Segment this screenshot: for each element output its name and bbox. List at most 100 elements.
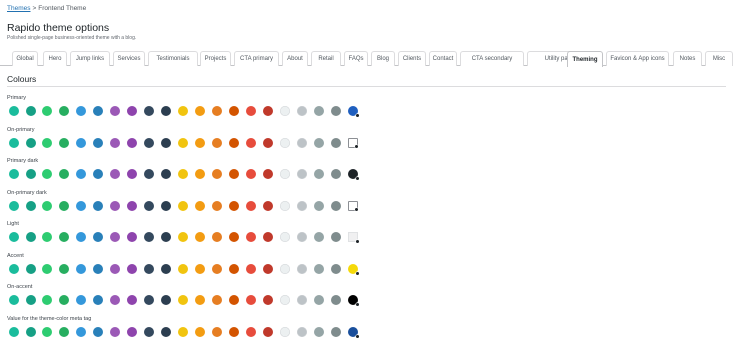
colour-swatch[interactable] <box>314 263 324 274</box>
colour-swatch[interactable] <box>110 263 120 274</box>
tab-global[interactable]: Global <box>12 51 38 66</box>
colour-swatch[interactable] <box>161 200 171 211</box>
colour-swatch[interactable] <box>26 200 36 211</box>
selected-colour-swatch[interactable] <box>348 295 359 306</box>
colour-swatch[interactable] <box>161 263 171 274</box>
colour-swatch[interactable] <box>9 106 19 116</box>
colour-swatch[interactable] <box>144 263 154 274</box>
colour-swatch[interactable] <box>110 137 120 148</box>
colour-swatch[interactable] <box>178 232 188 242</box>
colour-swatch[interactable] <box>297 137 307 148</box>
colour-swatch[interactable] <box>42 295 52 305</box>
colour-swatch[interactable] <box>76 295 86 305</box>
colour-swatch[interactable] <box>144 200 154 211</box>
colour-swatch[interactable] <box>212 295 222 305</box>
selected-colour-swatch[interactable] <box>348 232 359 243</box>
colour-swatch[interactable] <box>9 137 19 148</box>
colour-swatch[interactable] <box>314 169 324 179</box>
colour-swatch[interactable] <box>297 326 307 337</box>
colour-swatch[interactable] <box>127 232 137 242</box>
colour-swatch[interactable] <box>297 263 307 274</box>
colour-swatch[interactable] <box>263 169 273 179</box>
colour-swatch[interactable] <box>178 326 188 337</box>
colour-swatch[interactable] <box>280 106 290 116</box>
colour-swatch[interactable] <box>42 106 52 116</box>
colour-swatch[interactable] <box>212 169 222 179</box>
colour-swatch[interactable] <box>127 106 137 116</box>
colour-swatch[interactable] <box>161 326 171 337</box>
tab-cta-secondary[interactable]: CTA secondary <box>460 51 524 66</box>
colour-swatch[interactable] <box>144 137 154 148</box>
colour-swatch[interactable] <box>178 169 188 179</box>
colour-swatch[interactable] <box>178 106 188 116</box>
colour-swatch[interactable] <box>195 295 205 305</box>
colour-swatch[interactable] <box>59 200 69 211</box>
colour-swatch[interactable] <box>212 263 222 274</box>
colour-swatch[interactable] <box>280 169 290 179</box>
colour-swatch[interactable] <box>127 200 137 211</box>
colour-swatch[interactable] <box>59 232 69 242</box>
colour-swatch[interactable] <box>59 263 69 274</box>
colour-swatch[interactable] <box>212 200 222 211</box>
colour-swatch[interactable] <box>9 326 19 337</box>
colour-swatch[interactable] <box>331 263 341 274</box>
colour-swatch[interactable] <box>59 295 69 305</box>
colour-swatch[interactable] <box>263 106 273 116</box>
tab-blog[interactable]: Blog <box>371 51 395 66</box>
colour-swatch[interactable] <box>127 295 137 305</box>
colour-swatch[interactable] <box>76 169 86 179</box>
colour-swatch[interactable] <box>229 326 239 337</box>
colour-swatch[interactable] <box>314 326 324 337</box>
colour-swatch[interactable] <box>246 295 256 305</box>
colour-swatch[interactable] <box>297 106 307 116</box>
selected-colour-swatch[interactable] <box>348 106 359 117</box>
selected-colour-swatch[interactable] <box>348 200 358 211</box>
colour-swatch[interactable] <box>229 200 239 211</box>
colour-swatch[interactable] <box>212 326 222 337</box>
colour-swatch[interactable] <box>331 137 341 148</box>
colour-swatch[interactable] <box>42 326 52 337</box>
colour-swatch[interactable] <box>59 326 69 337</box>
colour-swatch[interactable] <box>9 200 19 211</box>
colour-swatch[interactable] <box>93 137 103 148</box>
colour-swatch[interactable] <box>144 295 154 305</box>
colour-swatch[interactable] <box>195 200 205 211</box>
colour-swatch[interactable] <box>93 326 103 337</box>
tab-contact[interactable]: Contact <box>429 51 457 66</box>
colour-swatch[interactable] <box>263 295 273 305</box>
colour-swatch[interactable] <box>246 200 256 211</box>
tab-notes[interactable]: Notes <box>673 51 702 66</box>
colour-swatch[interactable] <box>297 232 307 242</box>
colour-swatch[interactable] <box>161 137 171 148</box>
selected-colour-swatch[interactable] <box>348 263 359 275</box>
colour-swatch[interactable] <box>178 263 188 274</box>
colour-swatch[interactable] <box>93 232 103 242</box>
colour-swatch[interactable] <box>297 295 307 305</box>
colour-swatch[interactable] <box>331 106 341 116</box>
tab-theming[interactable]: Theming <box>567 51 603 67</box>
colour-swatch[interactable] <box>212 232 222 242</box>
colour-swatch[interactable] <box>127 326 137 337</box>
colour-swatch[interactable] <box>26 326 36 337</box>
colour-swatch[interactable] <box>314 295 324 305</box>
tab-favicon-app-icons[interactable]: Favicon & App icons <box>606 51 669 66</box>
colour-swatch[interactable] <box>212 137 222 148</box>
breadcrumb-link-themes[interactable]: Themes <box>7 5 30 12</box>
colour-swatch[interactable] <box>280 263 290 274</box>
colour-swatch[interactable] <box>178 137 188 148</box>
colour-swatch[interactable] <box>127 137 137 148</box>
colour-swatch[interactable] <box>195 137 205 148</box>
colour-swatch[interactable] <box>297 200 307 211</box>
colour-swatch[interactable] <box>331 200 341 211</box>
colour-swatch[interactable] <box>263 232 273 242</box>
colour-swatch[interactable] <box>161 232 171 242</box>
tab-misc[interactable]: Misc <box>705 51 733 66</box>
colour-swatch[interactable] <box>314 232 324 242</box>
colour-swatch[interactable] <box>246 137 256 148</box>
colour-swatch[interactable] <box>9 169 19 179</box>
tab-cta-primary[interactable]: CTA primary <box>234 51 279 66</box>
colour-swatch[interactable] <box>76 200 86 211</box>
colour-swatch[interactable] <box>26 169 36 179</box>
colour-swatch[interactable] <box>263 137 273 148</box>
colour-swatch[interactable] <box>280 137 290 148</box>
